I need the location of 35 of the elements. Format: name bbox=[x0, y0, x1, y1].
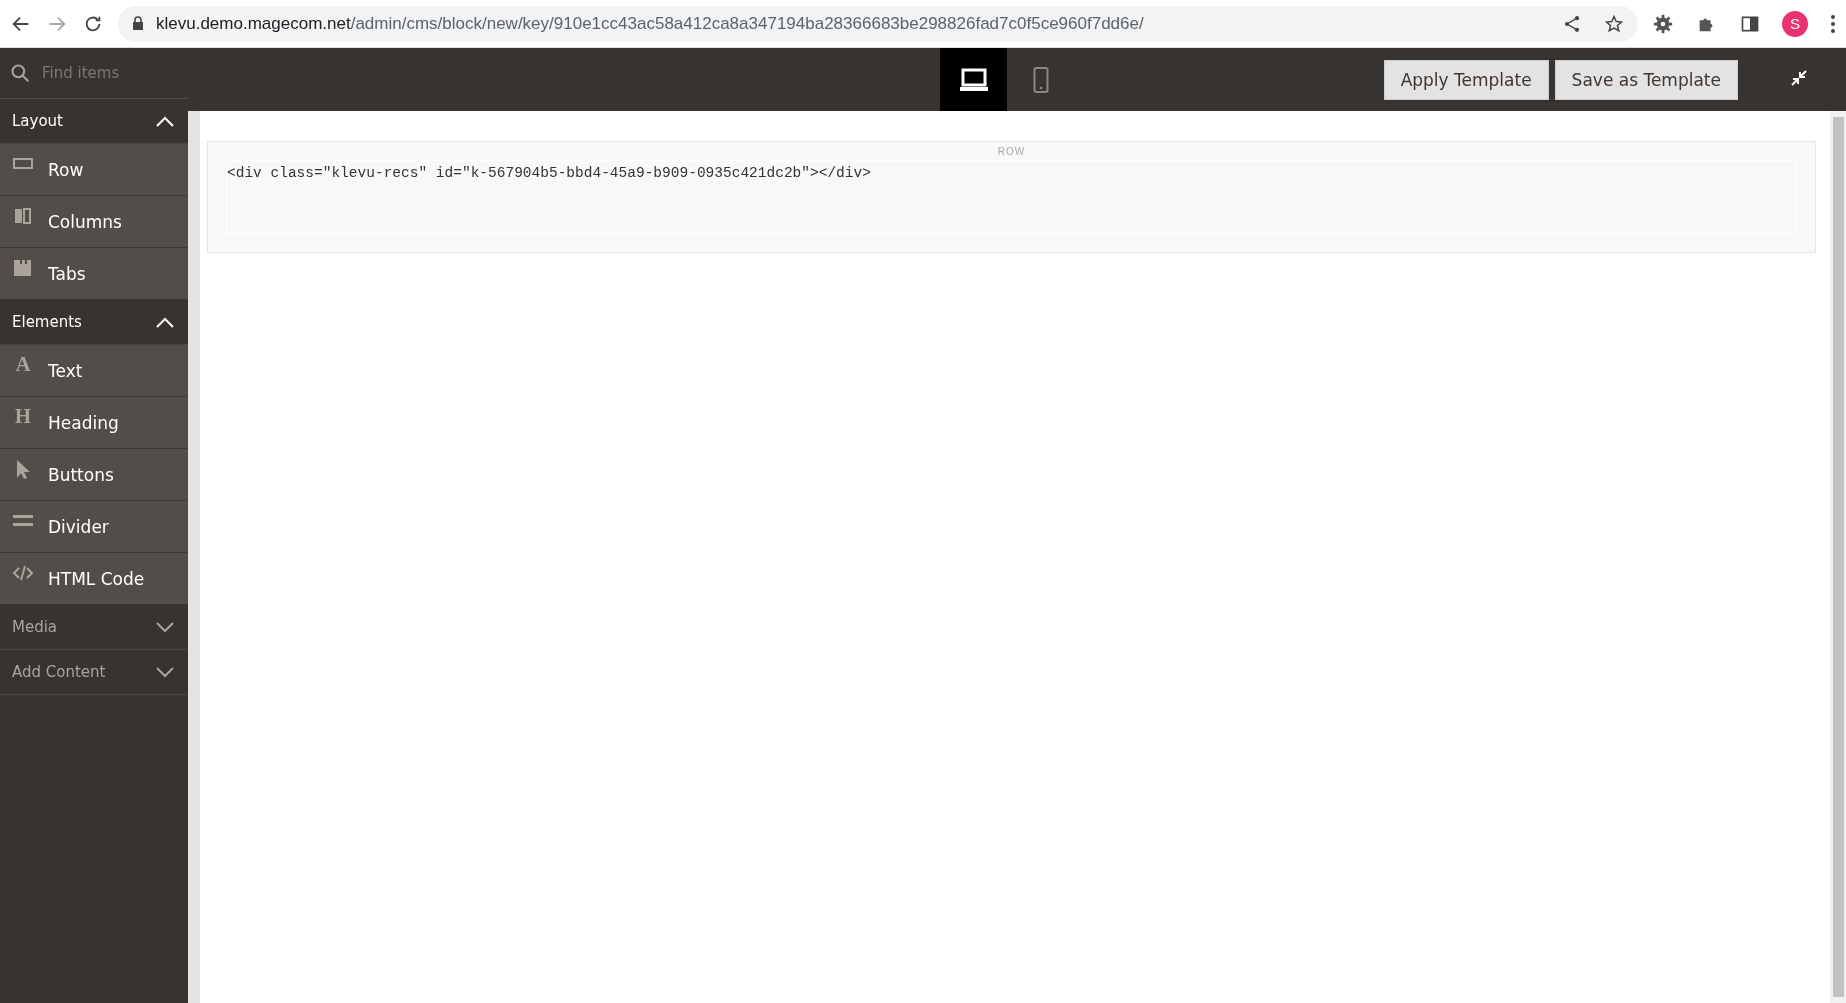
address-bar[interactable]: klevu.demo.magecom.net/admin/cms/block/new/key/910e1cc43ac58a412ca8a347194ba28366683be298826fad7c0f5ce960f7dd6e/ bbox=[118, 5, 1638, 42]
star-icon[interactable] bbox=[1604, 13, 1624, 34]
viewport-tab[interactable] bbox=[940, 48, 1007, 111]
lock-icon bbox=[132, 16, 144, 31]
sidebar-item[interactable]: A Text bbox=[0, 345, 188, 397]
profile-avatar[interactable]: S bbox=[1782, 10, 1808, 37]
row-label: ROW bbox=[997, 146, 1026, 157]
sidebar-item[interactable]: Buttons bbox=[0, 449, 188, 501]
search-icon bbox=[10, 63, 30, 83]
kebab-menu-icon[interactable] bbox=[1830, 13, 1836, 34]
letter-icon: H bbox=[12, 404, 34, 429]
sidebar-item[interactable]: Divider bbox=[0, 501, 188, 553]
sidebar-item[interactable]: Columns bbox=[0, 196, 188, 248]
laptop-icon bbox=[958, 67, 989, 92]
tabs-icon bbox=[12, 257, 34, 278]
url-text: klevu.demo.magecom.net/admin/cms/block/new/key/910e1cc43ac58a412ca8a347194ba28366683be298826fad7c0f5ce960f7dd6e/ bbox=[156, 13, 1144, 34]
template-button[interactable]: Apply Template bbox=[1383, 59, 1549, 100]
chevron-up-icon bbox=[156, 316, 174, 328]
collapse-arrows-icon[interactable] bbox=[1790, 68, 1808, 87]
chevron-up-icon bbox=[156, 115, 174, 127]
gear-icon[interactable] bbox=[1652, 12, 1674, 35]
phone-icon bbox=[1032, 66, 1049, 93]
sidebar-item[interactable]: HTML Code bbox=[0, 553, 188, 605]
search-field[interactable]: Find items bbox=[40, 63, 174, 83]
share-icon[interactable] bbox=[1562, 13, 1582, 34]
letter-icon: A bbox=[12, 352, 34, 377]
scrollbar[interactable] bbox=[1830, 111, 1846, 1003]
sidebar-item[interactable]: H Heading bbox=[0, 397, 188, 449]
sidebar-item[interactable]: Tabs bbox=[0, 248, 188, 300]
chevron-down-icon bbox=[156, 666, 174, 678]
html-code-block: <div class="klevu-recs" id="k-567904b5-bbd4-45a9-b909-0935c421dc2b"></div> bbox=[226, 160, 1797, 234]
columns-icon bbox=[12, 205, 34, 226]
chevron-down-icon bbox=[156, 621, 174, 633]
sidebar-item[interactable]: Row bbox=[0, 144, 188, 196]
template-button[interactable]: Save as Template bbox=[1554, 59, 1738, 100]
